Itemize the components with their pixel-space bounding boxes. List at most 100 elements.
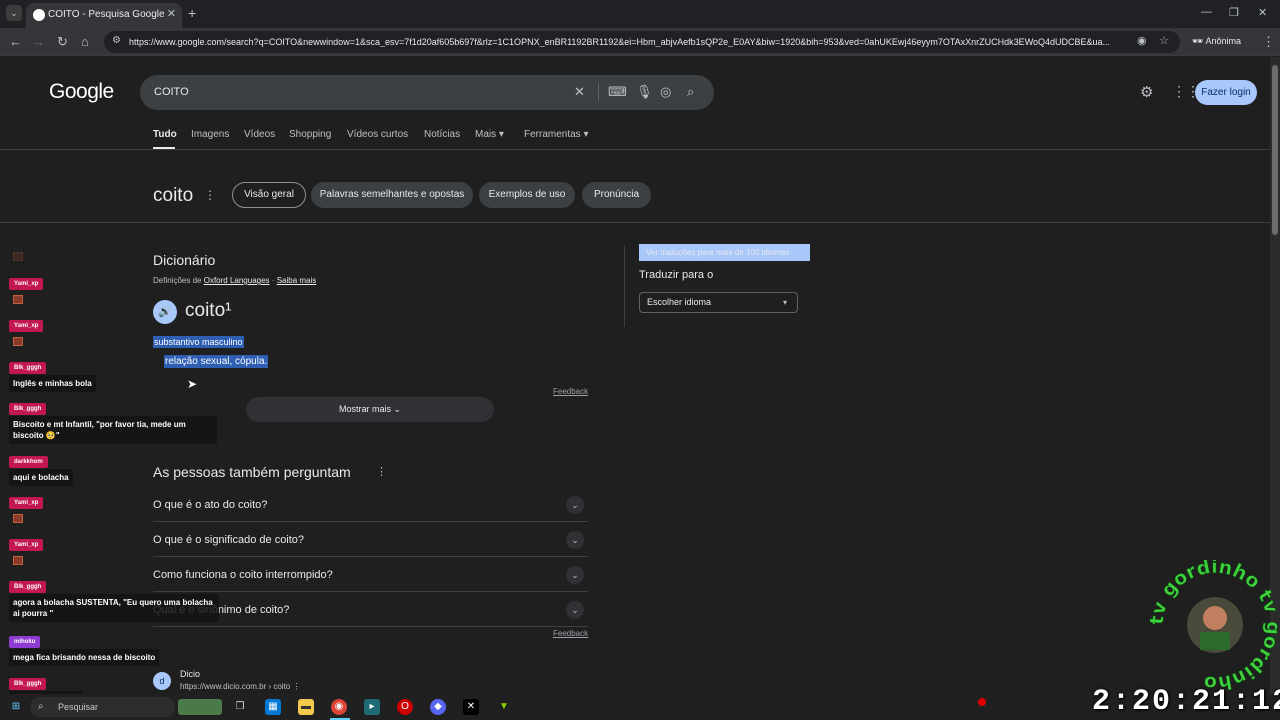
search-input[interactable]: COITO ✕ ⌨ 🎙 ◎ ⌕ xyxy=(140,75,714,110)
paa-question-text: O que é o significado de coito? xyxy=(153,534,305,546)
chat-username: darkkhom xyxy=(9,456,48,468)
tab-news[interactable]: Notícias xyxy=(424,129,460,140)
stream-timer: 2:20:21:12 xyxy=(1092,685,1280,719)
app-icon[interactable]: ▸ xyxy=(364,699,380,715)
home-icon[interactable]: ⌂ xyxy=(81,34,89,49)
mic-icon[interactable]: 🎙 xyxy=(636,84,653,100)
taskbar-search-label: Pesquisar xyxy=(58,702,99,712)
chat-message: agora a bolacha SUSTENTA, "Eu quero uma … xyxy=(9,594,219,622)
more-options-icon[interactable]: ⋮ xyxy=(376,465,387,478)
result-url[interactable]: https://www.dicio.com.br › coito ⋮ xyxy=(180,682,301,691)
source-sep: · xyxy=(271,276,275,285)
oxford-link[interactable]: Oxford Languages xyxy=(204,276,270,285)
tab-images[interactable]: Imagens xyxy=(191,129,229,140)
dropdown-arrow-icon: ▾ xyxy=(782,298,787,307)
chat-username: Blk_gggh xyxy=(9,362,47,374)
gear-icon[interactable]: ⚙ xyxy=(1140,83,1153,101)
paa-question-text: O que é o ato do coito? xyxy=(153,499,268,511)
new-tab-button[interactable]: + xyxy=(188,5,196,21)
incognito-label: Anônima xyxy=(1205,36,1241,46)
chat-emote-icon xyxy=(13,556,23,565)
chip-pronunciation[interactable]: Pronúncia xyxy=(582,182,651,208)
tab-tools[interactable]: Ferramentas ▾ xyxy=(524,129,589,140)
chat-message: aqui e bolacha xyxy=(9,469,73,486)
eye-off-icon[interactable]: ◉ xyxy=(1137,34,1147,47)
windows-taskbar: ⊞ ⌕ Pesquisar ❐ ▦ ▬ ◉ ▸ O ◆ ✕ ▼ xyxy=(0,694,1280,720)
chip-overview[interactable]: Visão geral xyxy=(232,182,306,208)
more-options-icon[interactable]: ⋮ xyxy=(293,682,301,691)
chat-emote-icon xyxy=(13,295,23,304)
close-window-button[interactable]: ✕ xyxy=(1258,6,1267,19)
show-more-button[interactable]: Mostrar mais ⌄ xyxy=(246,397,494,422)
menu-kebab-icon[interactable]: ⋮ xyxy=(1262,34,1275,50)
chat-username: Yami_xp xyxy=(9,278,44,290)
tab-search-button[interactable]: ⌄ xyxy=(6,5,22,21)
vegas-icon[interactable]: ▼ xyxy=(496,699,512,715)
chat-emote-icon xyxy=(13,337,23,346)
learn-more-link[interactable]: Saiba mais xyxy=(277,276,317,285)
tab-short-videos[interactable]: Vídeos curtos xyxy=(347,129,408,140)
search-icon[interactable]: ⌕ xyxy=(687,84,694,100)
address-bar[interactable]: ⚙ https://www.google.com/search?q=COITO&… xyxy=(104,31,1180,53)
paa-question[interactable]: Como funciona o coito interrompido? ⌄ xyxy=(153,557,588,592)
paa-question[interactable]: O que é o ato do coito? ⌄ xyxy=(153,487,588,522)
search-highlight-icon[interactable] xyxy=(178,699,222,715)
translate-divider xyxy=(624,245,625,327)
task-view-icon[interactable]: ❐ xyxy=(232,699,248,715)
clear-icon[interactable]: ✕ xyxy=(574,84,585,100)
keyboard-icon[interactable]: ⌨ xyxy=(608,84,627,100)
browser-tab[interactable]: COITO - Pesquisa Google ✕ xyxy=(26,3,182,28)
store-icon[interactable]: ▦ xyxy=(265,699,281,715)
tab-videos[interactable]: Vídeos xyxy=(244,129,275,140)
bookmark-star-icon[interactable]: ☆ xyxy=(1159,34,1169,47)
paa-question-text: Como funciona o coito interrompido? xyxy=(153,569,333,581)
channel-watermark-logo: tv gordinho tv gordinho xyxy=(1150,560,1280,690)
scrollbar-thumb[interactable] xyxy=(1272,65,1278,235)
feedback-link[interactable]: Feedback xyxy=(553,629,588,638)
chevron-down-icon: ⌄ xyxy=(566,531,584,549)
result-site-name[interactable]: Dicio xyxy=(180,669,200,679)
paa-question[interactable]: O que é o significado de coito? ⌄ xyxy=(153,522,588,557)
capcut-icon[interactable]: ✕ xyxy=(463,699,479,715)
chip-similar-words[interactable]: Palavras semelhantes e opostas xyxy=(311,182,473,208)
tab-bar: ⌄ COITO - Pesquisa Google ✕ + — ❐ ✕ xyxy=(0,0,1280,28)
discord-icon[interactable]: ◆ xyxy=(430,699,446,715)
reload-icon[interactable]: ↻ xyxy=(57,34,68,50)
incognito-badge[interactable]: 🕶 Anônima xyxy=(1192,36,1241,47)
chevron-down-icon: ⌄ xyxy=(566,566,584,584)
forward-icon[interactable]: → xyxy=(32,34,45,49)
login-button[interactable]: Fazer login xyxy=(1195,80,1257,105)
back-icon[interactable]: ← xyxy=(9,34,22,49)
more-options-icon[interactable]: ⋮ xyxy=(204,188,216,202)
chat-message: Inglês e minhas bola xyxy=(9,375,96,392)
incognito-icon: 🕶 xyxy=(1192,36,1204,46)
chat-emote-icon xyxy=(13,514,23,523)
definition: relação sexual, cópula. xyxy=(164,355,269,368)
lens-icon[interactable]: ◎ xyxy=(660,84,671,100)
tab-all[interactable]: Tudo xyxy=(153,129,177,140)
result-url-text: https://www.dicio.com.br › coito xyxy=(180,682,291,691)
language-select[interactable]: Escolher idioma ▾ xyxy=(639,292,798,313)
tab-shopping[interactable]: Shopping xyxy=(289,129,331,140)
file-explorer-icon[interactable]: ▬ xyxy=(298,699,314,715)
google-logo[interactable]: Google xyxy=(49,80,114,104)
translate-label: Traduzir para o xyxy=(639,269,714,281)
tab-more[interactable]: Mais ▾ xyxy=(475,129,504,140)
windows-start-icon[interactable]: ⊞ xyxy=(8,699,24,715)
taskbar-search[interactable]: ⌕ Pesquisar xyxy=(30,697,175,717)
restore-button[interactable]: ❐ xyxy=(1229,6,1239,19)
minimize-button[interactable]: — xyxy=(1201,6,1212,18)
speaker-icon[interactable]: 🔊 xyxy=(153,300,177,324)
close-tab-icon[interactable]: ✕ xyxy=(167,7,176,20)
chat-username: Blk_gggh xyxy=(9,678,47,690)
search-divider xyxy=(598,83,599,101)
chrome-icon[interactable]: ◉ xyxy=(331,699,347,715)
opera-icon[interactable]: O xyxy=(397,699,413,715)
avatar-body xyxy=(1200,632,1230,650)
avatar-face xyxy=(1203,606,1227,630)
chip-usage-examples[interactable]: Exemplos de uso xyxy=(479,182,575,208)
search-query: COITO xyxy=(154,86,189,98)
feedback-link[interactable]: Feedback xyxy=(553,387,588,396)
site-info-icon[interactable]: ⚙ xyxy=(112,35,121,46)
people-also-ask-title: As pessoas também perguntam xyxy=(153,464,351,480)
